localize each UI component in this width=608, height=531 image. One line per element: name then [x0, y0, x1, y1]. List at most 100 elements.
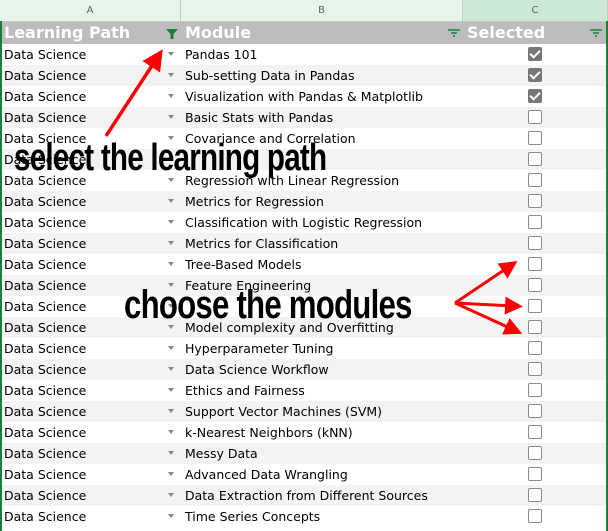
table-row: Data Science Classification with Logistic… [0, 212, 608, 233]
module-cell[interactable]: Advanced Data Wrangling [185, 464, 348, 485]
learning-path-cell[interactable]: Data Science [4, 422, 86, 443]
table-row: Data Science Time Series Concepts [0, 506, 608, 527]
filter-icon[interactable] [590, 28, 602, 38]
selected-checkbox[interactable] [528, 152, 542, 166]
learning-path-cell[interactable]: Data Science [4, 359, 86, 380]
dropdown-arrow-icon[interactable] [168, 388, 174, 392]
table-row: Data Science Metrics for Classification [0, 233, 608, 254]
dropdown-arrow-icon[interactable] [168, 73, 174, 77]
table-row: Data Science Visualization with Pandas & … [0, 86, 608, 107]
learning-path-cell[interactable]: Data Science [4, 464, 86, 485]
selected-checkbox[interactable] [528, 404, 542, 418]
dropdown-arrow-icon[interactable] [168, 220, 174, 224]
selected-checkbox[interactable] [528, 383, 542, 397]
learning-path-cell[interactable]: Data Science [4, 380, 86, 401]
selected-checkbox[interactable] [528, 362, 542, 376]
table-row: Data Science Tree-Based Models [0, 254, 608, 275]
module-cell[interactable]: Metrics for Regression [185, 191, 324, 212]
selected-checkbox[interactable] [528, 488, 542, 502]
learning-path-cell[interactable]: Data Science [4, 275, 86, 296]
module-cell[interactable]: Messy Data [185, 443, 258, 464]
selected-checkbox[interactable] [528, 110, 542, 124]
selected-checkbox[interactable] [528, 299, 542, 313]
learning-path-cell[interactable]: Data Science [4, 317, 86, 338]
table-row: Data Science Hyperparameter Tuning [0, 338, 608, 359]
selected-checkbox[interactable] [528, 425, 542, 439]
module-cell[interactable]: k-Nearest Neighbors (kNN) [185, 422, 353, 443]
learning-path-header: Learning Path [4, 23, 131, 42]
dropdown-arrow-icon[interactable] [168, 430, 174, 434]
table-row: Data Science Advanced Data Wrangling [0, 464, 608, 485]
module-cell[interactable]: Data Extraction from Different Sources [185, 485, 428, 506]
dropdown-arrow-icon[interactable] [168, 241, 174, 245]
learning-path-cell[interactable]: Data Science [4, 212, 86, 233]
selected-checkbox[interactable] [528, 446, 542, 460]
dropdown-arrow-icon[interactable] [168, 409, 174, 413]
selected-checkbox[interactable] [528, 89, 542, 103]
learning-path-cell[interactable]: Data Science [4, 338, 86, 359]
learning-path-cell[interactable]: Data Science [4, 401, 86, 422]
column-header-a[interactable]: A [0, 0, 181, 21]
module-cell[interactable]: Basic Stats with Pandas [185, 107, 333, 128]
dropdown-arrow-icon[interactable] [168, 199, 174, 203]
learning-path-cell[interactable]: Data Science [4, 485, 86, 506]
selected-checkbox[interactable] [528, 278, 542, 292]
learning-path-cell[interactable]: Data Science [4, 254, 86, 275]
column-header-c[interactable]: C [463, 0, 608, 21]
dropdown-arrow-icon[interactable] [168, 346, 174, 350]
dropdown-arrow-icon[interactable] [168, 367, 174, 371]
table-row: Data Science Data Extraction from Differe… [0, 485, 608, 506]
selected-checkbox[interactable] [528, 236, 542, 250]
selected-checkbox[interactable] [528, 341, 542, 355]
learning-path-cell[interactable]: Data Science [4, 506, 86, 527]
header-row: Learning Path Module Selected [0, 22, 608, 44]
learning-path-cell[interactable]: Data Science [4, 443, 86, 464]
selection-border-left [0, 21, 2, 531]
dropdown-arrow-icon[interactable] [168, 115, 174, 119]
dropdown-arrow-icon[interactable] [168, 262, 174, 266]
learning-path-cell[interactable]: Data Science [4, 296, 86, 317]
filter-icon[interactable] [448, 28, 460, 38]
table-row: Data Science Basic Stats with Pandas [0, 107, 608, 128]
selected-checkbox[interactable] [528, 215, 542, 229]
selected-checkbox[interactable] [528, 257, 542, 271]
module-cell[interactable]: Tree-Based Models [185, 254, 302, 275]
dropdown-arrow-icon[interactable] [168, 94, 174, 98]
module-cell[interactable]: Ethics and Fairness [185, 380, 305, 401]
learning-path-cell[interactable]: Data Science [4, 191, 86, 212]
dropdown-arrow-icon[interactable] [168, 514, 174, 518]
dropdown-arrow-icon[interactable] [168, 472, 174, 476]
dropdown-arrow-icon[interactable] [168, 493, 174, 497]
module-cell[interactable]: Hyperparameter Tuning [185, 338, 333, 359]
module-cell[interactable]: Metrics for Classification [185, 233, 338, 254]
table-row: Data Science Pandas 101 [0, 44, 608, 65]
annotation-select-path: select the learning path [14, 137, 327, 179]
selected-checkbox[interactable] [528, 173, 542, 187]
learning-path-cell[interactable]: Data Science [4, 86, 86, 107]
selected-checkbox[interactable] [528, 509, 542, 523]
module-cell[interactable]: Data Science Workflow [185, 359, 329, 380]
dropdown-arrow-icon[interactable] [168, 451, 174, 455]
table-row: Data Science Metrics for Regression [0, 191, 608, 212]
module-cell[interactable]: Support Vector Machines (SVM) [185, 401, 382, 422]
selected-checkbox[interactable] [528, 68, 542, 82]
selected-checkbox[interactable] [528, 467, 542, 481]
module-cell[interactable]: Pandas 101 [185, 44, 258, 65]
learning-path-cell[interactable]: Data Science [4, 44, 86, 65]
learning-path-cell[interactable]: Data Science [4, 107, 86, 128]
learning-path-cell[interactable]: Data Science [4, 233, 86, 254]
dropdown-arrow-icon[interactable] [168, 52, 174, 56]
selected-checkbox[interactable] [528, 320, 542, 334]
filter-active-icon[interactable] [166, 29, 178, 39]
learning-path-cell[interactable]: Data Science [4, 65, 86, 86]
column-header-bar: A B C [0, 0, 608, 22]
selected-checkbox[interactable] [528, 194, 542, 208]
column-header-b[interactable]: B [181, 0, 463, 21]
module-cell[interactable]: Time Series Concepts [185, 506, 320, 527]
module-cell[interactable]: Classification with Logistic Regression [185, 212, 422, 233]
selected-checkbox[interactable] [528, 131, 542, 145]
table-row: Data Science Sub-setting Data in Pandas [0, 65, 608, 86]
module-cell[interactable]: Visualization with Pandas & Matplotlib [185, 86, 423, 107]
module-cell[interactable]: Sub-setting Data in Pandas [185, 65, 354, 86]
selected-checkbox[interactable] [528, 47, 542, 61]
